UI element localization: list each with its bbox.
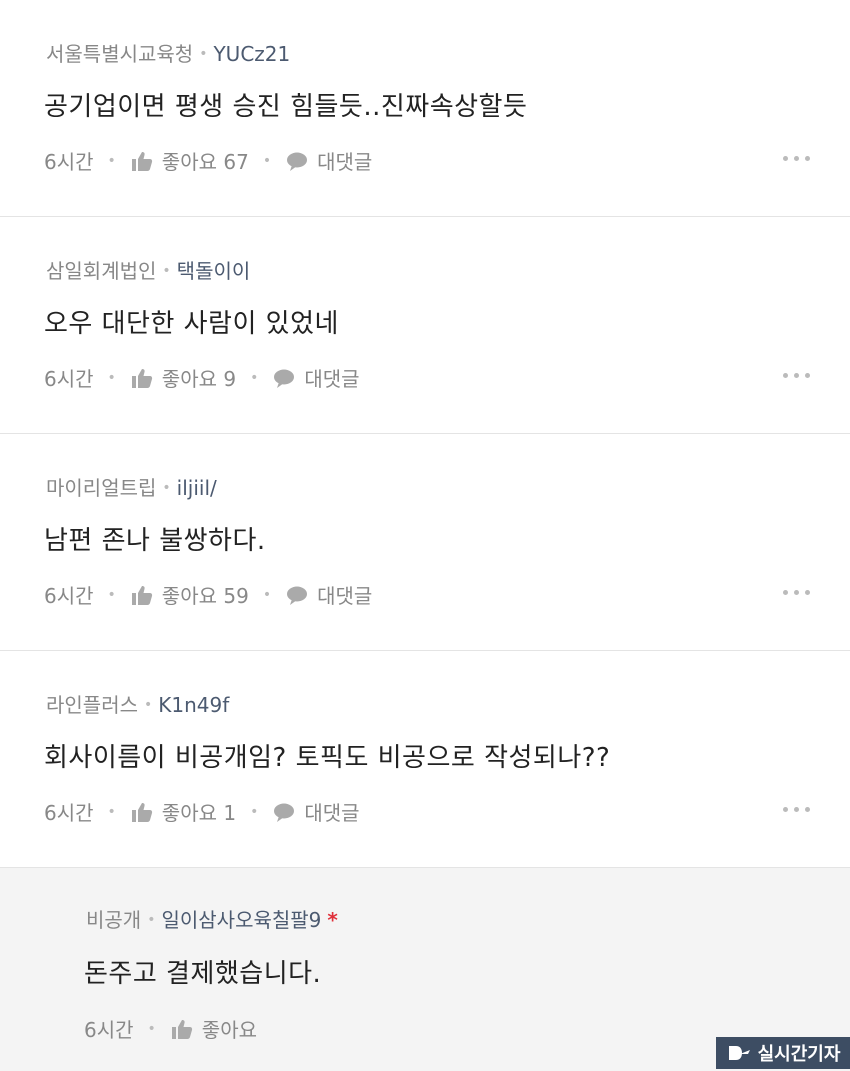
thumbs-up-icon	[131, 585, 152, 605]
more-dots-icon[interactable]	[783, 373, 810, 378]
like-button[interactable]: 좋아요 9	[130, 363, 236, 392]
comment-item: 라인플러스 • K1n49f 회사이름이 비공개임? 토픽도 비공으로 작성되나??…	[0, 651, 850, 868]
speech-bubble-icon	[274, 369, 295, 388]
reply-label: 대댓글	[317, 150, 373, 174]
company-name: 서울특별시교육청	[46, 42, 194, 66]
comment-time: 6시간	[84, 1018, 134, 1042]
meta-dot: •	[199, 46, 208, 62]
reply-label: 대댓글	[304, 801, 360, 825]
comment-actions: 6시간 • 좋아요 59 • 대댓글	[44, 580, 372, 609]
like-button[interactable]: 좋아요 1	[130, 797, 236, 826]
nickname[interactable]: K1n49f	[158, 693, 229, 717]
comment-actions: 6시간 • 좋아요 1 • 대댓글	[44, 797, 360, 826]
speech-bubble-icon	[287, 586, 308, 605]
comment-text: 오우 대단한 사람이 있었네	[44, 309, 339, 339]
nickname[interactable]: iljiil/	[177, 476, 217, 500]
meta-dot: •	[162, 480, 171, 496]
nickname[interactable]: 택돌이이	[177, 259, 251, 283]
more-dots-icon[interactable]	[783, 156, 810, 161]
company-name: 마이리얼트립	[46, 476, 157, 500]
separator-dot: •	[107, 586, 116, 603]
logo-icon	[728, 1046, 750, 1060]
separator-dot: •	[147, 1020, 156, 1037]
comment-text: 공기업이면 평생 승진 힘들듯..진짜속상할듯	[44, 92, 528, 122]
company-name: 삼일회계법인	[46, 259, 157, 283]
separator-dot: •	[262, 586, 272, 603]
like-count: 좋아요 67	[161, 150, 249, 174]
nickname[interactable]: YUCz21	[213, 42, 290, 66]
reply-label: 대댓글	[304, 367, 360, 391]
like-count: 좋아요 59	[161, 584, 249, 608]
comment-text: 회사이름이 비공개임? 토픽도 비공으로 작성되나??	[44, 743, 611, 773]
author-mark: *	[327, 908, 338, 932]
comment-meta: 라인플러스 • K1n49f	[46, 689, 229, 718]
thumbs-up-icon	[131, 802, 152, 822]
comment-item: 삼일회계법인 • 택돌이이 오우 대단한 사람이 있었네 6시간 • 좋아요 9 •…	[0, 217, 850, 434]
comment-time: 6시간	[44, 367, 94, 391]
speech-bubble-icon	[274, 803, 295, 822]
meta-dot: •	[162, 263, 171, 279]
more-dots-icon[interactable]	[783, 807, 810, 812]
like-label: 좋아요	[201, 1018, 257, 1042]
company-name: 라인플러스	[46, 693, 138, 717]
separator-dot: •	[262, 152, 272, 169]
comment-meta: 삼일회계법인 • 택돌이이	[46, 255, 250, 284]
thumbs-up-icon	[131, 368, 152, 388]
comment-actions: 6시간 • 좋아요 67 • 대댓글	[44, 146, 372, 175]
like-count: 좋아요 9	[161, 367, 237, 391]
comment-meta: 마이리얼트립 • iljiil/	[46, 472, 217, 501]
reply-label: 대댓글	[317, 584, 373, 608]
like-button[interactable]: 좋아요 67	[130, 146, 249, 175]
comment-text: 돈주고 결제했습니다.	[84, 959, 322, 989]
comment-time: 6시간	[44, 150, 94, 174]
reply-button[interactable]: 대댓글	[272, 363, 360, 392]
reply-button[interactable]: 대댓글	[285, 580, 372, 609]
comment-meta: 비공개 • 일이삼사오육칠팔9 *	[86, 904, 338, 933]
comment-actions: 6시간 • 좋아요 9 • 대댓글	[44, 363, 360, 392]
reply-button[interactable]: 대댓글	[285, 146, 372, 175]
comment-item: 마이리얼트립 • iljiil/ 남편 존나 불쌍하다. 6시간 • 좋아요 59 …	[0, 434, 850, 651]
nickname[interactable]: 일이삼사오육칠팔9	[161, 908, 321, 932]
comment-text: 남편 존나 불쌍하다.	[44, 526, 266, 556]
watermark-text: 실시간기자	[757, 1044, 841, 1065]
company-name: 비공개	[86, 908, 142, 932]
comment-actions: 6시간 • 좋아요	[84, 1014, 257, 1043]
speech-bubble-icon	[287, 152, 308, 171]
more-dots-icon[interactable]	[783, 590, 810, 595]
separator-dot: •	[107, 369, 116, 386]
separator-dot: •	[250, 369, 259, 386]
thumbs-up-icon	[171, 1019, 192, 1039]
watermark-logo: 실시간기자	[716, 1037, 850, 1069]
meta-dot: •	[147, 912, 156, 928]
reply-button[interactable]: 대댓글	[272, 797, 360, 826]
like-button[interactable]: 좋아요 59	[130, 580, 249, 609]
comment-item: 서울특별시교육청 • YUCz21 공기업이면 평생 승진 힘들듯..진짜속상할듯 …	[0, 0, 850, 217]
thumbs-up-icon	[131, 151, 152, 171]
separator-dot: •	[250, 803, 259, 820]
meta-dot: •	[144, 697, 153, 713]
like-count: 좋아요 1	[161, 801, 237, 825]
separator-dot: •	[107, 803, 116, 820]
like-button[interactable]: 좋아요	[170, 1014, 257, 1043]
comment-meta: 서울특별시교육청 • YUCz21	[46, 38, 290, 67]
separator-dot: •	[107, 152, 116, 169]
comment-time: 6시간	[44, 584, 94, 608]
comment-time: 6시간	[44, 801, 94, 825]
